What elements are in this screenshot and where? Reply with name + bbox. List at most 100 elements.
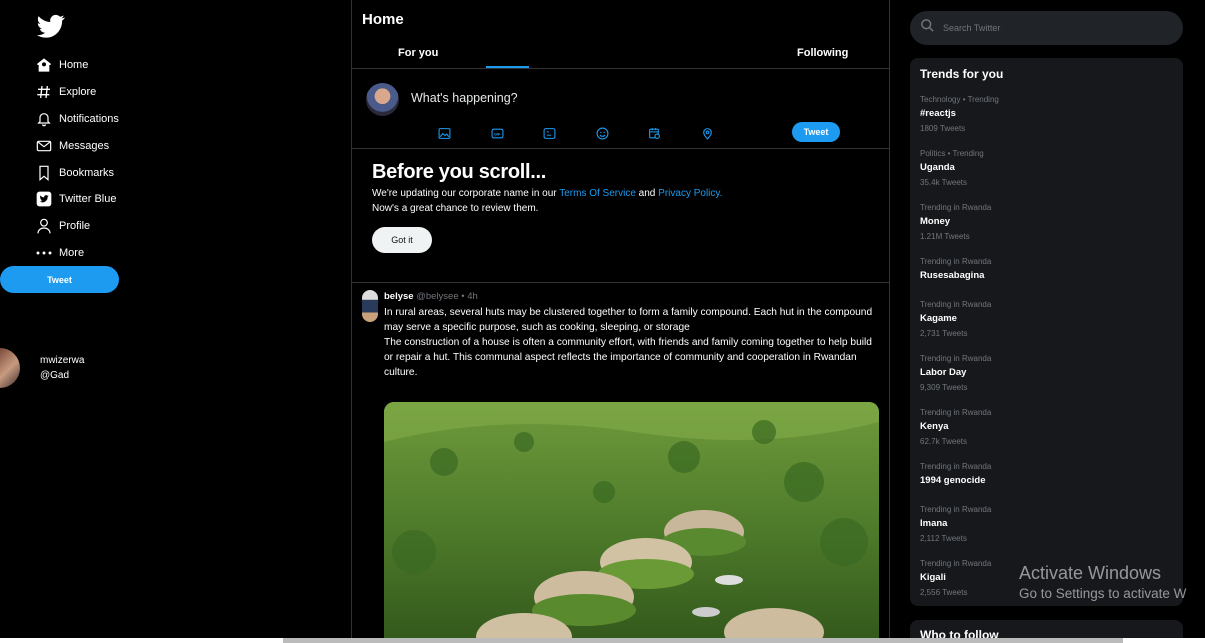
image-icon[interactable] (438, 127, 452, 141)
watermark-line-2: Go to Settings to activate W (1019, 586, 1187, 601)
poll-icon[interactable] (543, 127, 557, 141)
location-icon[interactable] (701, 127, 715, 141)
nav-home-label: Home (59, 59, 89, 72)
gif-icon[interactable]: GIF (491, 127, 505, 141)
nav-more-label: More (59, 246, 85, 259)
bell-icon (35, 110, 53, 128)
trend-name: Uganda (920, 162, 955, 173)
trend-context: Trending in Rwanda (920, 354, 992, 363)
trend-item[interactable]: Technology • Trending #reactjs 1809 Tweets (920, 95, 1173, 149)
hashtag-icon (35, 83, 53, 101)
trend-context: Trending in Rwanda (920, 257, 992, 266)
trend-name: Imana (920, 518, 948, 529)
tweet-image[interactable] (384, 402, 879, 643)
tweet-composer: What's happening? GIF Tweet (352, 69, 889, 149)
nav-profile[interactable]: Profile (35, 213, 119, 240)
trend-context: Trending in Rwanda (920, 462, 992, 471)
watermark-line-1: Activate Windows (1019, 563, 1162, 583)
trend-item[interactable]: Trending in Rwanda Money 1.21M Tweets (920, 203, 1173, 257)
search-box[interactable]: Search Twitter (910, 11, 1183, 45)
nav-bookmarks[interactable]: Bookmarks (35, 159, 119, 186)
tab-for-you[interactable]: For you (398, 47, 438, 59)
nav-home[interactable]: Home (35, 52, 119, 79)
tweet-text: In rural areas, several huts may be clus… (384, 305, 879, 380)
trend-count: 35.4k Tweets (920, 178, 967, 187)
trends-panel: Trends for you Technology • Trending #rea… (910, 58, 1183, 606)
timeline-column: Home For you Following What's happening?… (351, 0, 890, 643)
person-icon (35, 217, 53, 235)
nav-explore-label: Explore (59, 86, 97, 99)
tweet-paragraph-2: The construction of a house is often a c… (384, 337, 872, 378)
tweet-paragraph-1: In rural areas, several huts may be clus… (384, 307, 873, 333)
avatar (0, 348, 20, 388)
nav-twitter-blue-label: Twitter Blue (59, 193, 117, 206)
trend-count: 2,731 Tweets (920, 329, 968, 338)
trend-name: Labor Day (920, 367, 967, 378)
trend-name: 1994 genocide (920, 475, 986, 486)
horizontal-scrollbar[interactable] (0, 638, 1205, 643)
trend-context: Trending in Rwanda (920, 505, 992, 514)
schedule-icon[interactable] (648, 127, 662, 141)
nav-bookmarks-label: Bookmarks (59, 166, 115, 179)
tweet-author-name[interactable]: belyse (384, 291, 414, 302)
account-switcher[interactable]: mwizerwa @Gad (0, 348, 84, 388)
trend-count: 2,112 Tweets (920, 534, 967, 543)
trend-item[interactable]: Trending in Rwanda 1994 genocide (920, 462, 1173, 505)
nav-twitter-blue[interactable]: Twitter Blue (35, 186, 119, 213)
trend-item[interactable]: Politics • Trending Uganda 35.4k Tweets (920, 149, 1173, 203)
trend-context: Politics • Trending (920, 149, 984, 158)
nav-messages[interactable]: Messages (35, 132, 119, 159)
notice-and: and (635, 188, 659, 199)
tweet-meta: belyse @belysee • 4h (384, 291, 879, 302)
trend-context: Technology • Trending (920, 95, 999, 104)
left-sidebar: Home Explore Notifications Messages Book… (0, 0, 352, 643)
active-tab-indicator (486, 66, 529, 68)
windows-activation-watermark: Activate Windows Go to Settings to activ… (1019, 563, 1186, 601)
emoji-icon[interactable] (596, 127, 610, 141)
trends-title: Trends for you (920, 67, 1004, 81)
privacy-link[interactable]: Privacy Policy. (658, 188, 722, 199)
tweet-time: • 4h (461, 291, 478, 302)
trend-count: 1.21M Tweets (920, 232, 970, 241)
composer-tweet-button[interactable]: Tweet (792, 122, 840, 142)
search-input[interactable]: Search Twitter (943, 23, 1000, 33)
sidebar-tweet-button[interactable]: Tweet (0, 266, 119, 293)
composer-toolbar: GIF (438, 127, 753, 141)
nav-messages-label: Messages (59, 139, 110, 152)
envelope-icon (35, 137, 53, 155)
trend-item[interactable]: Trending in Rwanda Kenya 62.7k Tweets (920, 408, 1173, 462)
trend-name: Kagame (920, 313, 957, 324)
trend-name: Rusesabagina (920, 270, 985, 281)
svg-text:GIF: GIF (493, 132, 500, 136)
got-it-button[interactable]: Got it (372, 227, 432, 253)
trend-context: Trending in Rwanda (920, 203, 992, 212)
notice-line-2: Now's a great chance to review them. (372, 203, 539, 214)
trend-item[interactable]: Trending in Rwanda Labor Day 9,309 Tweets (920, 354, 1173, 408)
nav-notifications[interactable]: Notifications (35, 106, 119, 133)
trend-item[interactable]: Trending in Rwanda Imana 2,112 Tweets (920, 505, 1173, 559)
trend-context: Trending in Rwanda (920, 408, 992, 417)
tweet-avatar[interactable] (362, 290, 378, 322)
trend-item[interactable]: Trending in Rwanda Kagame 2,731 Tweets (920, 300, 1173, 354)
twitter-logo-icon[interactable] (35, 12, 67, 40)
notice-line-1: We're updating our corporate name in our… (372, 186, 869, 201)
scrollbar-thumb[interactable] (283, 638, 1123, 643)
trend-item[interactable]: Trending in Rwanda Rusesabagina (920, 257, 1173, 300)
tweet-card[interactable]: belyse @belysee • 4h In rural areas, sev… (352, 283, 889, 643)
search-icon (920, 18, 935, 38)
terms-link[interactable]: Terms Of Service (559, 188, 636, 199)
notice-text: We're updating our corporate name in our (372, 188, 560, 199)
nav-notifications-label: Notifications (59, 112, 119, 125)
nav-profile-label: Profile (59, 220, 91, 233)
more-dots-icon (35, 244, 53, 262)
composer-avatar (366, 83, 399, 116)
huts-landscape-image (384, 402, 879, 643)
trend-name: Kenya (920, 421, 949, 432)
timeline-header: Home For you Following (352, 0, 889, 69)
tab-following[interactable]: Following (797, 47, 848, 59)
nav-explore[interactable]: Explore (35, 79, 119, 106)
composer-input[interactable]: What's happening? (411, 91, 518, 105)
home-icon (35, 56, 53, 74)
trend-name: Money (920, 216, 951, 227)
nav-more[interactable]: More (35, 240, 119, 267)
